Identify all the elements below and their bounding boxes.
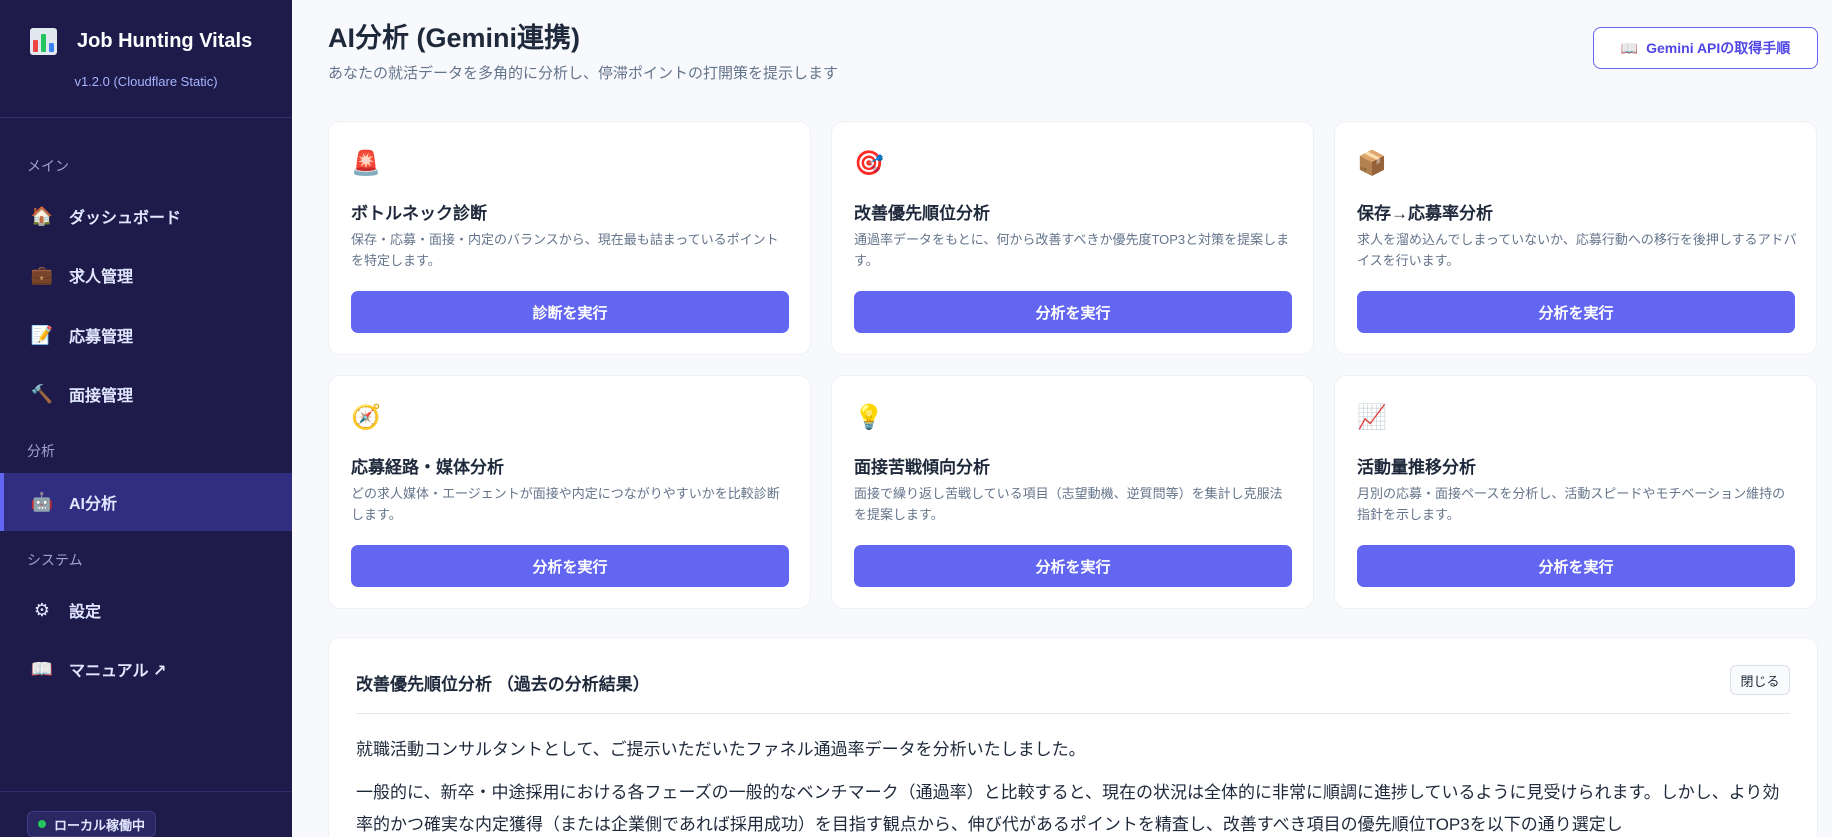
card-description: 求人を溜め込んでしまっていないか、応募行動への移行を後押しするアドバイスを行いま… (1357, 232, 1797, 268)
status-dot-icon (38, 820, 46, 828)
run-analysis-button[interactable]: 分析を実行 (854, 291, 1292, 333)
card-title: 活動量推移分析 (1357, 458, 1476, 477)
robot-icon: 🤖 (30, 491, 54, 512)
package-icon: 📦 (1357, 149, 1387, 177)
sidebar-item-label: マニュアル ↗ (69, 663, 167, 680)
guide-button-label: Gemini APIの取得手順 (1646, 40, 1791, 56)
run-analysis-button[interactable]: 分析を実行 (854, 545, 1292, 587)
result-title: 改善優先順位分析 （過去の分析結果） (356, 675, 650, 694)
result-paragraph: 一般的に、新卒・中途採用における各フェーズの一般的なベンチマーク（通過率）と比較… (356, 783, 1780, 834)
sidebar-item-dashboard[interactable]: 🏠 ダッシュボード (0, 187, 292, 245)
analysis-card-priority: 🎯 改善優先順位分析 通過率データをもとに、何から改善すべきか優先度TOP3と対… (831, 121, 1314, 355)
sidebar-item-settings[interactable]: ⚙ 設定 (0, 581, 292, 639)
card-title: 応募経路・媒体分析 (351, 458, 504, 477)
result-divider (356, 713, 1790, 714)
target-icon: 🎯 (854, 149, 884, 177)
home-icon: 🏠 (30, 205, 54, 226)
analysis-card-channel: 🧭 応募経路・媒体分析 どの求人媒体・エージェントが面接や内定につながりやすいか… (328, 375, 811, 609)
sidebar-divider (0, 791, 292, 792)
sidebar-item-label: ダッシュボード (69, 210, 182, 227)
analysis-card-bottleneck: 🚨 ボトルネック診断 保存・応募・面接・内定のバランスから、現在最も詰まっている… (328, 121, 811, 355)
close-button[interactable]: 閉じる (1730, 665, 1790, 695)
document-icon: 📝 (30, 324, 54, 345)
analysis-card-interview-struggle: 💡 面接苦戦傾向分析 面接で繰り返し苦戦している項目（志望動機、逆質問等）を集計… (831, 375, 1314, 609)
sidebar: Job Hunting Vitals v1.2.0 (Cloudflare St… (0, 0, 292, 837)
sidebar-item-label: 応募管理 (69, 329, 134, 346)
nav-section-system: システム (27, 552, 83, 568)
book-icon: 📖 (30, 658, 54, 679)
nav-section-main: メイン (27, 158, 69, 174)
sidebar-item-label: 求人管理 (69, 269, 134, 286)
card-title: ボトルネック診断 (351, 204, 487, 223)
result-paragraph: 就職活動コンサルタントとして、ご提示いただいたファネル通過率データを分析いたしま… (356, 740, 1086, 759)
gear-icon: ⚙ (33, 599, 51, 620)
nav-section-analysis: 分析 (27, 443, 55, 459)
lightbulb-icon: 💡 (854, 403, 884, 431)
sidebar-item-applications[interactable]: 📝 応募管理 (0, 306, 292, 364)
card-description: 面接で繰り返し苦戦している項目（志望動機、逆質問等）を集計し克服法を提案します。 (854, 486, 1283, 522)
siren-icon: 🚨 (351, 149, 381, 177)
book-icon: 📖 (1620, 39, 1639, 56)
chart-up-icon: 📈 (1357, 403, 1387, 431)
page-subtitle: あなたの就活データを多角的に分析し、停滞ポイントの打開策を提示します (328, 65, 839, 82)
compass-icon: 🧭 (351, 403, 381, 431)
card-title: 改善優先順位分析 (854, 204, 990, 223)
run-analysis-button[interactable]: 分析を実行 (1357, 291, 1795, 333)
briefcase-icon: 💼 (30, 264, 54, 285)
brand: Job Hunting Vitals v1.2.0 (Cloudflare St… (0, 0, 292, 118)
app-version: v1.2.0 (Cloudflare Static) (74, 74, 218, 89)
run-analysis-button[interactable]: 分析を実行 (351, 545, 789, 587)
analysis-card-activity-trend: 📈 活動量推移分析 月別の応募・面接ペースを分析し、活動スピードやモチベーション… (1334, 375, 1817, 609)
sidebar-item-label: 設定 (69, 604, 102, 621)
gavel-icon: 🔨 (30, 383, 54, 404)
status-label: ローカル稼働中 (54, 817, 146, 833)
card-description: どの求人媒体・エージェントが面接や内定につながりやすいかを比較診断します。 (351, 486, 780, 522)
gemini-api-guide-button[interactable]: 📖 Gemini APIの取得手順 (1593, 27, 1818, 69)
status-badge: ローカル稼働中 (27, 811, 157, 837)
run-diagnosis-button[interactable]: 診断を実行 (351, 291, 789, 333)
analysis-card-save-apply: 📦 保存→応募率分析 求人を溜め込んでしまっていないか、応募行動への移行を後押し… (1334, 121, 1817, 355)
sidebar-item-manual[interactable]: 📖 マニュアル ↗ (0, 640, 292, 698)
run-analysis-button[interactable]: 分析を実行 (1357, 545, 1795, 587)
card-description: 通過率データをもとに、何から改善すべきか優先度TOP3と対策を提案します。 (854, 232, 1290, 268)
sidebar-item-label: 面接管理 (69, 388, 134, 405)
bar-chart-icon (30, 28, 57, 55)
page-title: AI分析 (Gemini連携) (328, 23, 581, 53)
analysis-result-panel: 改善優先順位分析 （過去の分析結果） 閉じる 就職活動コンサルタントとして、ご提… (328, 637, 1818, 837)
brand-title: Job Hunting Vitals (77, 30, 253, 52)
sidebar-item-interviews[interactable]: 🔨 面接管理 (0, 365, 292, 423)
card-description: 月別の応募・面接ペースを分析し、活動スピードやモチベーション維持の指針を示します… (1357, 486, 1786, 522)
card-description: 保存・応募・面接・内定のバランスから、現在最も詰まっているポイントを特定します。 (351, 232, 779, 268)
sidebar-item-ai-analysis[interactable]: 🤖 AI分析 (0, 473, 292, 531)
sidebar-item-jobs[interactable]: 💼 求人管理 (0, 246, 292, 304)
card-title: 保存→応募率分析 (1357, 204, 1493, 223)
sidebar-item-label: AI分析 (69, 496, 118, 513)
card-title: 面接苦戦傾向分析 (854, 458, 990, 477)
